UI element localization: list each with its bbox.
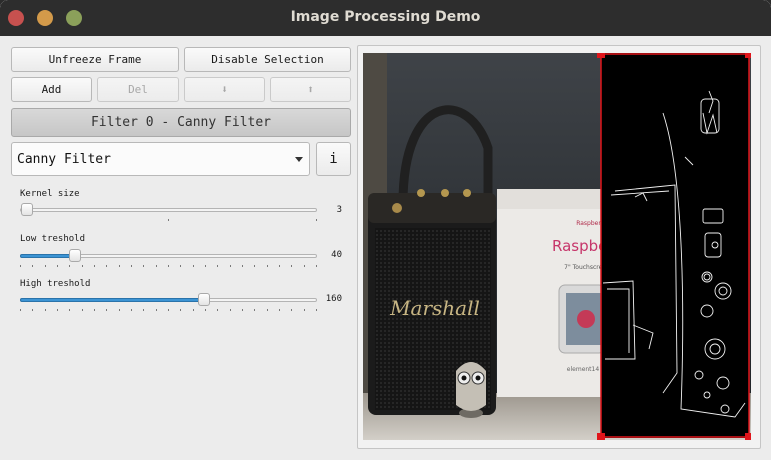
filter-info-button[interactable]: i [316, 142, 351, 176]
product-box-top [497, 189, 601, 209]
owl-figurine [456, 362, 486, 411]
slider-tick [230, 309, 231, 311]
slider-tick [106, 309, 107, 311]
low-threshold-ticks [20, 265, 317, 268]
low-threshold-value: 40 [331, 250, 342, 260]
speaker-knob [463, 189, 471, 197]
slider-tick [304, 265, 305, 267]
low-threshold-slider[interactable] [20, 249, 317, 262]
slider-tick [119, 309, 120, 311]
low-threshold-label: Low treshold [20, 234, 86, 244]
kernel-size-slider-handle[interactable] [21, 203, 33, 216]
speaker-top-panel [368, 193, 496, 223]
slider-tick [279, 265, 280, 267]
slider-tick [69, 265, 70, 267]
unfreeze-frame-button[interactable]: Unfreeze Frame [11, 47, 179, 72]
slider-tick [32, 309, 33, 311]
speaker-brand-logo: Marshall [389, 296, 480, 320]
slider-tick [131, 265, 132, 267]
kernel-size-ticks [20, 219, 317, 222]
app-window: Image Processing Demo Unfreeze Frame Dis… [0, 0, 771, 460]
slider-tick [217, 309, 218, 311]
add-filter-button[interactable]: Add [11, 77, 92, 102]
box-maker-text: element14 [567, 366, 600, 373]
filter-type-select[interactable]: Canny Filter [11, 142, 310, 176]
slider-tick [168, 309, 169, 311]
disable-selection-button[interactable]: Disable Selection [184, 47, 351, 72]
slider-tick [57, 309, 58, 311]
high-threshold-value: 160 [325, 294, 342, 304]
slider-tick [131, 309, 132, 311]
slider-tick [82, 265, 83, 267]
slider-tick [230, 265, 231, 267]
slider-tick [217, 265, 218, 267]
slider-tick [45, 265, 46, 267]
selection-handle-top-right[interactable] [745, 53, 751, 58]
slider-tick [291, 309, 292, 311]
slider-tick [254, 309, 255, 311]
slider-tick [119, 265, 120, 267]
selection-handle-bottom-right[interactable] [745, 433, 751, 440]
filter-type-selected: Canny Filter [17, 152, 111, 167]
high-threshold-slider[interactable] [20, 293, 317, 306]
slider-tick [267, 309, 268, 311]
slider-tick [45, 309, 46, 311]
selection-handle-bottom-left[interactable] [597, 433, 605, 440]
filter-header-button[interactable]: Filter 0 - Canny Filter [11, 108, 351, 137]
slider-tick [304, 309, 305, 311]
slider-tick [267, 265, 268, 267]
low-threshold-fill [20, 254, 75, 258]
slider-tick [279, 309, 280, 311]
title-bar: Image Processing Demo [0, 0, 771, 36]
slider-tick [242, 265, 243, 267]
slider-tick [106, 265, 107, 267]
owl-pupil [461, 375, 467, 381]
slider-tick [82, 309, 83, 311]
owl-pupil [475, 375, 481, 381]
slider-tick [205, 265, 206, 267]
low-threshold-slider-handle[interactable] [69, 249, 82, 262]
slider-tick [20, 265, 21, 267]
slider-tick [156, 265, 157, 267]
raspberry-icon [577, 310, 595, 328]
slider-tick [180, 265, 181, 267]
slider-tick [20, 309, 21, 311]
kernel-size-value: 3 [336, 205, 342, 215]
slider-tick [180, 309, 181, 311]
camera-preview-image[interactable]: Marshall Raspberry Pi Raspberry Pi 7" To… [363, 53, 751, 440]
move-down-button[interactable]: ⬇ [184, 77, 265, 102]
slider-tick [94, 309, 95, 311]
move-up-button[interactable]: ⬆ [270, 77, 351, 102]
slider-tick [143, 309, 144, 311]
slider-tick [291, 265, 292, 267]
speaker-knob [392, 203, 402, 213]
selection-handle-top-left[interactable] [597, 53, 605, 58]
slider-tick [168, 265, 169, 267]
delete-filter-button[interactable]: Del [97, 77, 179, 102]
high-threshold-label: High treshold [20, 279, 91, 289]
slider-tick [316, 265, 317, 267]
chevron-down-icon [295, 157, 303, 162]
slider-tick [193, 309, 194, 311]
slider-tick [94, 265, 95, 267]
slider-tick [57, 265, 58, 267]
slider-tick [156, 309, 157, 311]
kernel-size-slider[interactable] [20, 203, 317, 216]
high-threshold-fill [20, 298, 203, 302]
slider-tick [254, 265, 255, 267]
speaker-knob [417, 189, 425, 197]
window-title: Image Processing Demo [290, 9, 481, 25]
slider-tick [143, 265, 144, 267]
canny-edge-region [601, 53, 749, 438]
kernel-size-label: Kernel size [20, 189, 80, 199]
slider-tick [242, 309, 243, 311]
high-threshold-slider-handle[interactable] [197, 293, 210, 306]
slider-tick [32, 265, 33, 267]
slider-tick [316, 309, 317, 311]
slider-tick [69, 309, 70, 311]
slider-tick [205, 309, 206, 311]
high-threshold-ticks [20, 309, 317, 312]
speaker-knob [441, 189, 449, 197]
slider-tick [193, 265, 194, 267]
